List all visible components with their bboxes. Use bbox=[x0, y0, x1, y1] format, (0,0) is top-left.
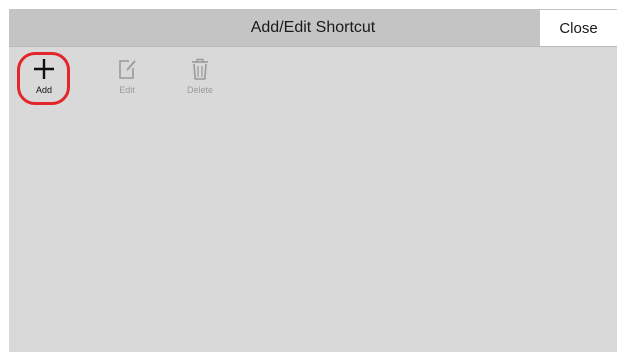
plus-icon bbox=[15, 57, 73, 83]
delete-button[interactable]: Delete bbox=[171, 51, 229, 107]
edit-icon bbox=[98, 57, 156, 83]
delete-label: Delete bbox=[186, 85, 213, 95]
title-bar: Add/Edit Shortcut Close bbox=[9, 9, 617, 47]
close-button[interactable]: Close bbox=[540, 10, 617, 46]
shortcut-screen: Add/Edit Shortcut Close Add Edit Delete bbox=[9, 9, 617, 352]
edit-label: Edit bbox=[119, 85, 135, 95]
add-button[interactable]: Add bbox=[15, 51, 73, 107]
trash-icon bbox=[171, 57, 229, 83]
add-label: Add bbox=[35, 85, 52, 95]
edit-button[interactable]: Edit bbox=[98, 51, 156, 107]
page-title: Add/Edit Shortcut bbox=[250, 19, 376, 36]
